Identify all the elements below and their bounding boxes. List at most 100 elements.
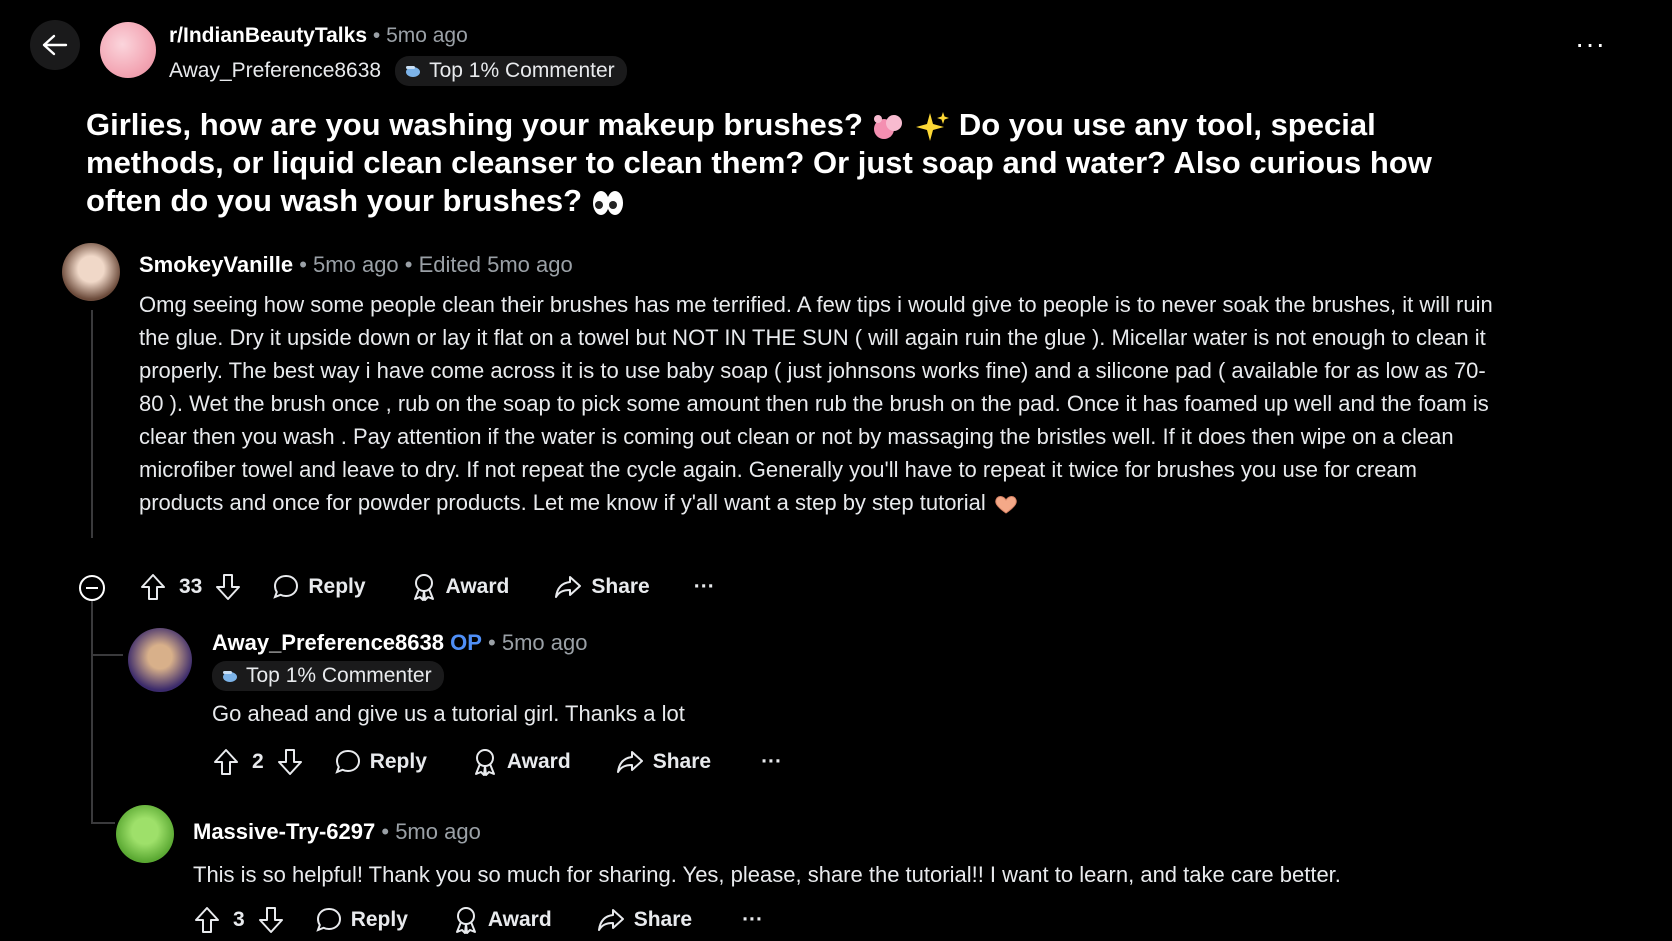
flair-icon — [223, 671, 237, 682]
title-part1: Girlies, how are you washing your makeup… — [86, 107, 863, 142]
post-author-line: Away_Preference8638 Top 1% Commenter — [169, 56, 627, 86]
reply-label: Reply — [350, 908, 408, 931]
more-options-icon[interactable]: ··· — [694, 575, 715, 599]
flair-label: Top 1% Commenter — [429, 59, 615, 82]
upvote-button[interactable] — [193, 905, 221, 935]
arrow-left-icon — [42, 34, 68, 56]
award-button[interactable]: Award — [410, 572, 510, 602]
thread-line — [91, 310, 93, 538]
share-button[interactable]: Share — [553, 573, 650, 601]
comment-actions: 3 Reply Award Share ··· — [193, 905, 763, 935]
comment-header: Away_Preference8638 OP • 5mo ago — [212, 630, 588, 656]
comment-body: Go ahead and give us a tutorial girl. Th… — [212, 697, 1512, 730]
downvote-button[interactable] — [257, 905, 285, 935]
separator: • — [372, 24, 381, 47]
comment-bubble-icon — [334, 749, 360, 774]
comment-author[interactable]: Massive-Try-6297 — [193, 819, 375, 844]
back-button[interactable] — [30, 20, 80, 70]
post-header: r/IndianBeautyTalks • 5mo ago — [169, 24, 468, 48]
more-options-icon[interactable]: ··· — [761, 750, 782, 774]
award-icon — [413, 574, 434, 601]
flair-icon — [406, 66, 421, 77]
comment-header: Massive-Try-6297 • 5mo ago — [193, 819, 481, 845]
award-label: Award — [445, 575, 510, 598]
downvote-button[interactable] — [214, 572, 242, 602]
thread-line-branch — [91, 654, 123, 656]
share-label: Share — [591, 575, 650, 598]
separator: • — [381, 819, 390, 844]
avatar[interactable] — [128, 628, 192, 692]
vote-count: 3 — [233, 908, 245, 931]
downvote-button[interactable] — [276, 747, 304, 777]
vote-count: 2 — [252, 750, 264, 773]
comment-time: 5mo ago — [395, 819, 481, 844]
award-button[interactable]: Award — [452, 905, 552, 935]
comment-actions: 33 Reply Award Share ··· — [139, 572, 715, 602]
share-icon — [597, 909, 624, 931]
award-label: Award — [506, 750, 571, 773]
downvote-icon — [258, 907, 283, 933]
heart-hands-icon — [992, 493, 1020, 515]
reply-button[interactable]: Reply — [315, 906, 408, 934]
op-badge: OP — [450, 630, 482, 655]
subreddit-name[interactable]: r/IndianBeautyTalks — [169, 24, 367, 47]
share-icon — [555, 576, 582, 598]
comment-text: This is so helpful! Thank you so much fo… — [193, 862, 1341, 887]
share-label: Share — [652, 750, 712, 773]
edited-label: Edited 5mo ago — [418, 252, 573, 277]
post-title: Girlies, how are you washing your makeup… — [86, 106, 1506, 220]
reply-button[interactable]: Reply — [272, 573, 366, 601]
upvote-icon — [214, 749, 238, 775]
comment-text: Go ahead and give us a tutorial girl. Th… — [212, 701, 685, 726]
downvote-icon — [216, 574, 241, 600]
comment-time: 5mo ago — [501, 630, 588, 655]
share-icon — [616, 751, 643, 773]
reply-button[interactable]: Reply — [334, 748, 427, 776]
comment-bubble-icon — [315, 907, 341, 932]
separator: • — [488, 630, 496, 655]
award-icon — [474, 749, 495, 776]
author-flair: Top 1% Commenter — [395, 56, 627, 86]
separator: • — [299, 252, 307, 277]
award-icon — [455, 907, 476, 934]
award-label: Award — [487, 908, 552, 931]
collapse-button[interactable] — [78, 574, 106, 602]
thread-line — [91, 594, 93, 824]
more-options-icon[interactable]: ··· — [742, 908, 763, 932]
comment-header: SmokeyVanille • 5mo ago • Edited 5mo ago — [139, 252, 573, 278]
post-time: 5mo ago — [386, 24, 468, 47]
avatar[interactable] — [116, 805, 174, 863]
author-flair: Top 1% Commenter — [212, 661, 444, 691]
vote-count: 33 — [179, 575, 203, 598]
post-author[interactable]: Away_Preference8638 — [169, 59, 381, 83]
upvote-icon — [195, 907, 219, 933]
upvote-icon — [141, 574, 165, 600]
thread-line-branch — [91, 822, 115, 824]
comment-body: Omg seeing how some people clean their b… — [139, 288, 1494, 519]
downvote-icon — [277, 749, 302, 775]
share-button[interactable]: Share — [615, 748, 711, 776]
reply-label: Reply — [369, 750, 427, 773]
share-label: Share — [633, 908, 693, 931]
soap-bubbles-icon — [872, 111, 908, 143]
separator: • — [404, 252, 413, 277]
award-button[interactable]: Award — [471, 747, 571, 777]
flair-badge: Top 1% Commenter — [212, 661, 444, 691]
comment-time: 5mo ago — [313, 252, 399, 277]
sparkles-icon — [916, 111, 950, 143]
comment-actions: 2 Reply Award Share ··· — [212, 747, 782, 777]
comment-body: This is so helpful! Thank you so much fo… — [193, 858, 1593, 891]
share-button[interactable]: Share — [596, 906, 692, 934]
comment-bubble-icon — [273, 574, 299, 599]
reply-label: Reply — [308, 575, 366, 598]
eyes-icon — [591, 188, 625, 218]
upvote-button[interactable] — [139, 572, 167, 602]
flair-label: Top 1% Commenter — [246, 664, 432, 687]
upvote-button[interactable] — [212, 747, 240, 777]
avatar[interactable] — [62, 243, 120, 301]
comment-author[interactable]: SmokeyVanille — [139, 252, 293, 277]
subreddit-avatar[interactable] — [100, 22, 156, 78]
minus-circle-icon — [79, 575, 105, 601]
comment-author[interactable]: Away_Preference8638 — [212, 630, 444, 655]
more-options-icon[interactable]: ··· — [1575, 28, 1606, 60]
